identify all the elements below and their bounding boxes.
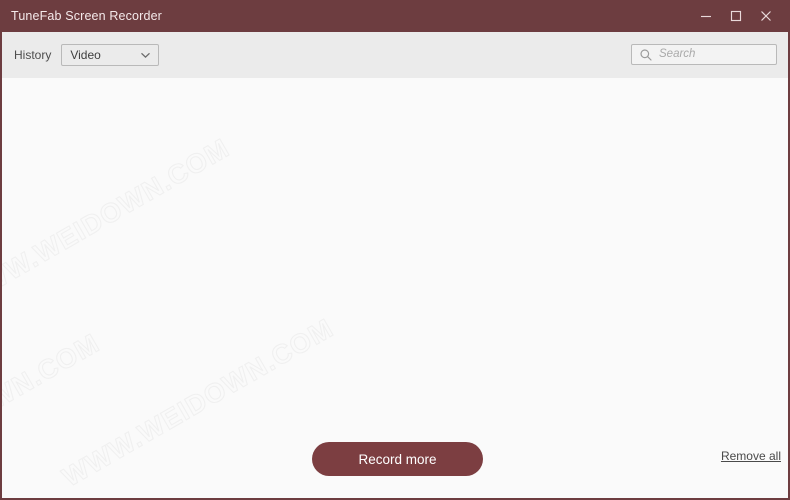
remove-all-link[interactable]: Remove all xyxy=(721,449,781,463)
minimize-button[interactable] xyxy=(691,0,721,32)
close-button[interactable] xyxy=(751,0,781,32)
maximize-button[interactable] xyxy=(721,0,751,32)
watermark-overlay: WWW.WEIDOWN.COM WWW.WEIDOWN.COM WWW.WEID… xyxy=(2,78,788,498)
app-window: TuneFab Screen Recorder History Video Se… xyxy=(0,0,790,500)
search-icon xyxy=(639,48,653,62)
toolbar-left-group: History Video xyxy=(14,32,160,78)
record-more-button[interactable]: Record more xyxy=(312,442,483,476)
title-bar: TuneFab Screen Recorder xyxy=(2,0,788,32)
history-list-area: WWW.WEIDOWN.COM WWW.WEIDOWN.COM WWW.WEID… xyxy=(2,78,788,498)
search-input[interactable] xyxy=(653,46,788,63)
minimize-icon xyxy=(701,15,711,18)
close-icon xyxy=(761,11,771,21)
chevron-down-icon xyxy=(140,50,151,61)
history-type-select[interactable]: Video xyxy=(61,44,160,66)
history-label: History xyxy=(14,48,52,62)
window-controls xyxy=(691,0,788,32)
watermark-text: WWW.WEIDOWN.COM xyxy=(2,78,775,359)
watermark-text: WWW.WEIDOWN.COM xyxy=(2,78,788,498)
history-type-value: Video xyxy=(70,48,101,62)
search-box[interactable] xyxy=(631,44,788,65)
watermark-text: WWW.WEIDOWN.COM xyxy=(2,132,235,313)
watermark-text: WWW.WEIDOWN.COM xyxy=(2,327,105,498)
watermark-text: WWW.WEIDOWN.COM xyxy=(57,312,339,493)
toolbar: History Video xyxy=(2,32,788,78)
window-title: TuneFab Screen Recorder xyxy=(11,9,162,23)
maximize-icon xyxy=(730,10,742,22)
